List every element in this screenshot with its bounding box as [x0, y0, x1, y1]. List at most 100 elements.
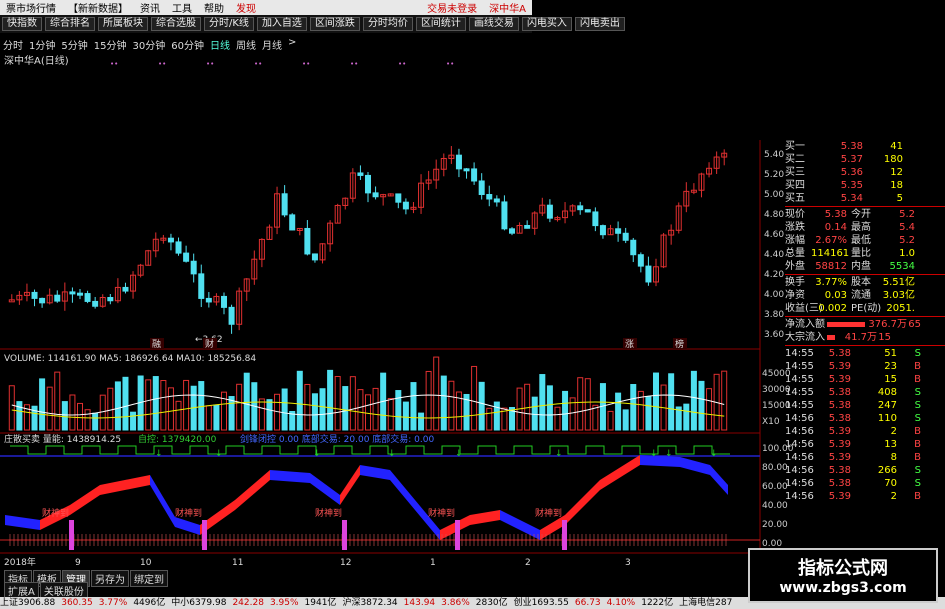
stat-label: 内盘	[851, 261, 871, 272]
quote-row: 大宗流入 41.7万 15	[785, 331, 945, 344]
volume-bar	[615, 392, 622, 431]
watermark-title: 指标公式网	[798, 558, 888, 579]
date-label: 2	[525, 558, 531, 568]
candle-body	[615, 228, 622, 234]
quote-row: 买五 5.34 5	[785, 192, 945, 205]
volume-axis-label: X10	[762, 417, 780, 427]
tick-time: 14:55	[785, 387, 814, 398]
stat-value: 5.4	[899, 222, 915, 233]
quote-row: 买三 5.36 12	[785, 166, 945, 179]
status-item: 143.94	[403, 598, 436, 608]
bid-volume: 12	[890, 167, 903, 178]
stat-value: 5.2	[899, 209, 915, 220]
tick-side: S	[914, 478, 921, 489]
tick-side: B	[914, 426, 921, 437]
signal-label: 财神到	[428, 507, 455, 519]
tick-price: 5.39	[828, 452, 851, 463]
signal-arrow: ↓	[155, 449, 163, 459]
price-axis-label: 5.20	[764, 170, 784, 180]
signal-arrow: ↓	[665, 449, 673, 459]
indicator-wave-segment	[175, 517, 200, 535]
indicator-label: 庄散买卖 量能: 1438914.25	[4, 433, 121, 445]
status-item: 4.10%	[606, 598, 636, 608]
signal-arrow: ↓	[710, 449, 718, 459]
quote-row: 涨跌 0.14 最高 5.4	[785, 221, 945, 234]
signal-bar	[455, 520, 460, 550]
volume-bar	[342, 386, 349, 431]
candle-body	[478, 180, 485, 196]
status-item: 3.95%	[269, 598, 299, 608]
tick-side: S	[914, 465, 921, 476]
quote-panel: 买一 5.38 41 买二 5.37 180 买三 5.36 12 买四 5.35 18 买五 5.34 5…	[785, 140, 945, 550]
candle-body	[84, 293, 91, 302]
fund-label: 净资	[785, 290, 805, 301]
tick-volume: 13	[884, 439, 897, 450]
bid-volume: 5	[896, 193, 903, 204]
volume-bar	[539, 374, 546, 431]
volume-bar	[69, 394, 76, 431]
flow-bar	[827, 335, 835, 340]
candle-body	[198, 273, 205, 299]
fund-label: 股本	[851, 277, 871, 288]
signal-label: 财神到	[535, 507, 562, 519]
tick-row: 14:56 5.38 266 S	[785, 464, 945, 477]
fund-label: 收益(三)	[785, 303, 823, 314]
candle-body	[107, 297, 114, 302]
candle-body	[486, 194, 493, 200]
candle-body	[221, 295, 227, 308]
volume-bar	[258, 398, 265, 431]
volume-bar	[387, 397, 394, 431]
divider	[785, 316, 945, 317]
volume-bar	[16, 401, 23, 431]
volume-bar	[584, 378, 591, 431]
stat-value: 114161	[811, 248, 850, 259]
status-item: 上证3906.88	[0, 598, 56, 608]
bottom-tab[interactable]: 另存为	[91, 570, 129, 587]
volume-bar	[471, 365, 478, 431]
indicator-wave-segment	[600, 455, 640, 490]
fund-value: 0.03	[824, 290, 847, 301]
tick-price: 5.38	[828, 478, 851, 489]
divider	[785, 274, 945, 275]
flow-extra: 15	[878, 332, 891, 343]
tick-price: 5.39	[828, 374, 851, 385]
volume-bar	[145, 379, 152, 431]
tick-volume: 23	[884, 361, 897, 372]
status-item: 242.28	[232, 598, 264, 608]
candle-body	[190, 260, 197, 275]
tick-row: 14:56 5.38 110 S	[785, 412, 945, 425]
candle-body	[546, 204, 553, 219]
quote-row: 买二 5.37 180	[785, 153, 945, 166]
volume-bar	[365, 394, 371, 431]
indicator-wave-segment	[360, 465, 390, 480]
candle-body	[455, 154, 462, 170]
candle-body	[281, 193, 288, 216]
volume-bar	[706, 388, 713, 431]
tick-time: 14:56	[785, 439, 814, 450]
stat-value: 1.0	[899, 248, 915, 259]
signal-arrow: ↓	[313, 449, 321, 459]
event-marker: ••	[398, 60, 406, 68]
event-marker: ••	[350, 60, 358, 68]
status-item: 2830亿	[475, 598, 508, 608]
tick-row: 14:56 5.39 13 B	[785, 438, 945, 451]
signal-bar	[342, 520, 347, 550]
stat-label: 涨幅	[785, 235, 805, 246]
volume-bar	[77, 402, 83, 431]
volume-bar	[183, 379, 190, 431]
quote-row: 总量 114161 量比 1.0	[785, 247, 945, 260]
volume-bar	[478, 381, 485, 431]
tick-side: S	[914, 348, 921, 359]
indicator-wave-segment	[470, 510, 500, 525]
bottom-tab[interactable]: 绑定到	[130, 570, 168, 587]
tick-volume: 2	[890, 491, 897, 502]
volume-bar	[99, 394, 106, 431]
tick-row: 14:55 5.38 51 S	[785, 347, 945, 360]
tick-volume: 51	[884, 348, 897, 359]
volume-bar	[122, 376, 129, 431]
date-label: 10	[140, 558, 152, 568]
quote-row: 涨幅 2.67% 最低 5.2	[785, 234, 945, 247]
tick-time: 14:56	[785, 491, 814, 502]
volume-bar	[54, 371, 61, 431]
indicator-step-line	[10, 445, 730, 455]
